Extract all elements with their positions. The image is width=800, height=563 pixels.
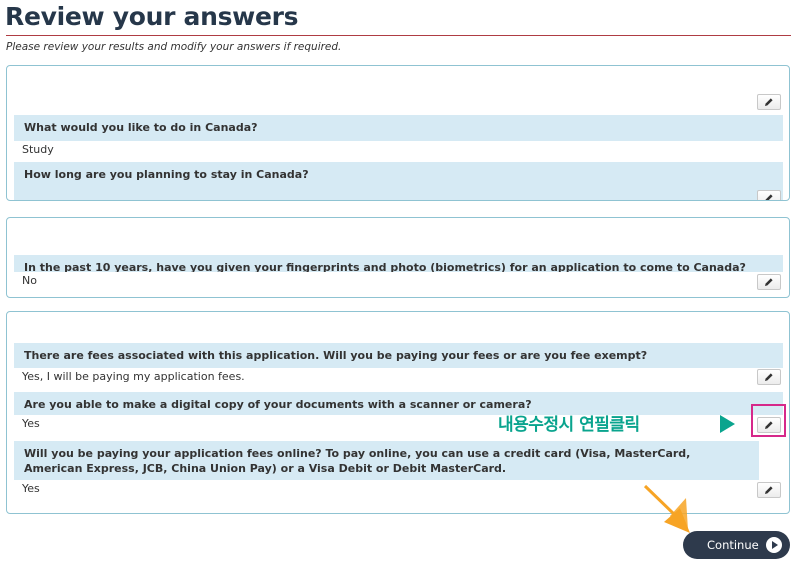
question-text: What would you like to do in Canada? [14,115,783,141]
pencil-icon [765,194,773,200]
pencil-icon [765,278,773,286]
question-text: Are you able to make a digital copy of y… [14,392,783,416]
play-circle-icon [766,537,782,553]
edit-instruction-note: 내용수정시 연필클릭 [498,415,640,435]
title-divider [6,35,791,36]
edit-button[interactable] [757,274,781,290]
pencil-icon [765,373,773,381]
pointer-arrow-icon [643,484,690,533]
answer-text: Yes, I will be paying my application fee… [14,368,783,388]
page-subtitle: Please review your results and modify yo… [6,41,342,53]
question-text: There are fees associated with this appl… [14,343,783,368]
pencil-icon [765,98,773,106]
answer-text: Study [14,141,783,161]
edit-button[interactable] [757,482,781,498]
pencil-icon [765,486,773,494]
question-text: Will you be paying your application fees… [14,441,759,483]
question-text: How long are you planning to stay in Can… [14,162,783,200]
edit-button[interactable] [757,190,781,200]
continue-label: Continue [707,538,759,552]
continue-button[interactable]: Continue [683,531,790,559]
note-arrow-icon [720,415,735,433]
review-panel-study: What would you like to do in Canada? Stu… [6,65,790,201]
review-panel-biometrics: In the past 10 years, have you given you… [6,217,790,298]
answer-text: Yes [14,415,783,435]
edit-button[interactable] [757,369,781,385]
edit-button[interactable] [757,94,781,110]
edit-highlight-box [751,404,786,437]
page-title: Review your answers [5,2,299,31]
answer-text: No [14,272,783,292]
